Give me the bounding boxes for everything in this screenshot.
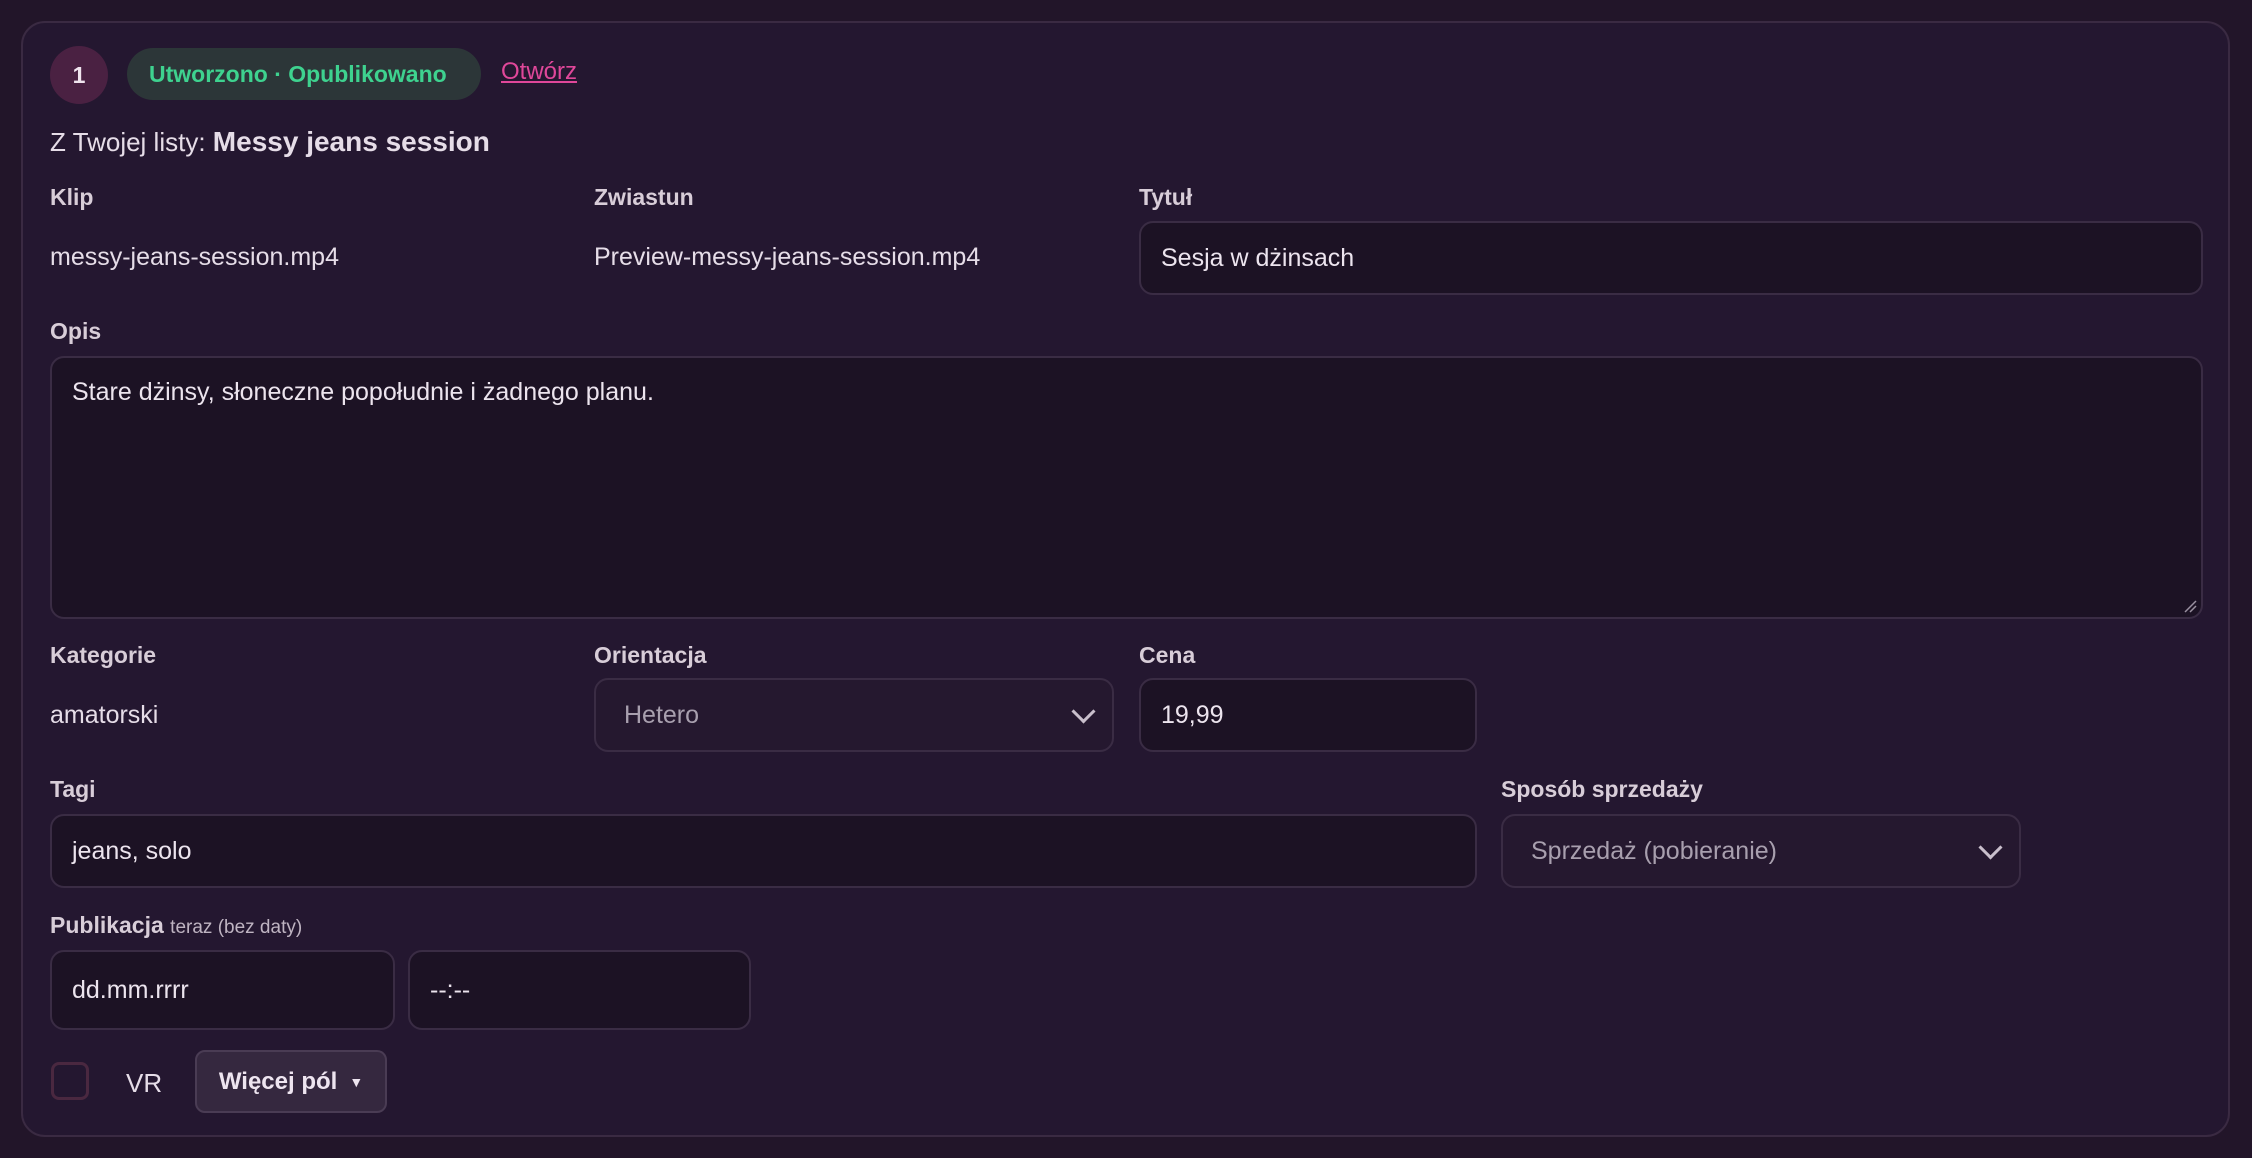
vr-label: VR: [126, 1068, 163, 1098]
publication-hint: teraz (bez daty): [170, 917, 303, 938]
tags-value: jeans, solo: [72, 836, 192, 865]
status-badge: Utworzono · Opublikowano: [127, 48, 481, 100]
more-fields-button[interactable]: Więcej pól ▼: [195, 1050, 387, 1113]
tags-label: Tagi: [50, 776, 96, 802]
chevron-down-icon: [1071, 698, 1096, 724]
resize-grip-icon[interactable]: [2183, 599, 2197, 613]
price-label: Cena: [1139, 642, 1196, 668]
trailer-label: Zwiastun: [594, 184, 694, 210]
publication-label-row: Publikacja teraz (bez daty): [50, 912, 302, 939]
source-list-prefix: Z Twojej listy:: [50, 127, 206, 157]
more-fields-label: Więcej pól: [218, 1067, 338, 1095]
item-number-badge: 1: [50, 46, 108, 104]
description-value: Stare dżinsy, słoneczne popołudnie i żad…: [72, 378, 654, 406]
orientation-select[interactable]: Hetero: [594, 678, 1114, 752]
clip-filename: messy-jeans-session.mp4: [50, 243, 339, 271]
title-input[interactable]: Sesja w dżinsach: [1139, 221, 2203, 295]
time-placeholder: --:--: [430, 975, 471, 1004]
title-input-value: Sesja w dżinsach: [1161, 243, 1355, 272]
tags-input[interactable]: jeans, solo: [50, 814, 1477, 888]
sale-method-label: Sposób sprzedaży: [1501, 776, 1703, 802]
price-value: 19,99: [1161, 700, 1224, 729]
source-list-name: Messy jeans session: [212, 126, 490, 157]
source-list-line: Z Twojej listy: Messy jeans session: [50, 126, 490, 158]
categories-label: Kategorie: [50, 642, 157, 668]
categories-value: amatorski: [50, 701, 159, 729]
orientation-label: Orientacja: [594, 642, 707, 668]
description-label: Opis: [50, 318, 102, 344]
vr-checkbox[interactable]: [51, 1062, 89, 1100]
trailer-filename: Preview-messy-jeans-session.mp4: [594, 243, 981, 271]
sale-method-select[interactable]: Sprzedaż (pobieranie): [1501, 814, 2021, 888]
caret-down-icon: ▼: [349, 1073, 364, 1090]
clip-label: Klip: [50, 184, 94, 210]
price-input[interactable]: 19,99: [1139, 678, 1477, 752]
sale-method-selected-value: Sprzedaż (pobieranie): [1531, 836, 1777, 865]
date-placeholder: dd.mm.rrrr: [72, 975, 189, 1004]
description-textarea[interactable]: Stare dżinsy, słoneczne popołudnie i żad…: [50, 356, 2203, 619]
title-label: Tytuł: [1139, 184, 1193, 210]
chevron-down-icon: [1978, 834, 2003, 860]
orientation-selected-value: Hetero: [624, 700, 700, 729]
publication-date-input[interactable]: dd.mm.rrrr: [50, 950, 395, 1030]
publication-time-input[interactable]: --:--: [408, 950, 751, 1030]
publication-label: Publikacja: [50, 912, 164, 938]
open-link[interactable]: Otwórz: [501, 58, 577, 86]
